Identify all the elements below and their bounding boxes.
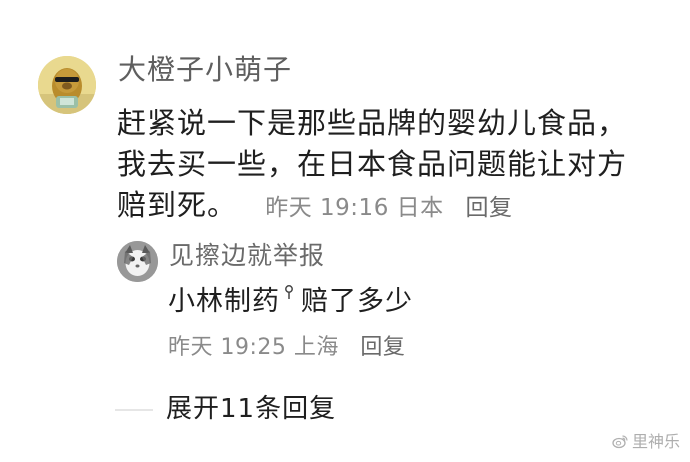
reply-meta: 昨天 19:25 上海 回复 [168, 333, 405, 363]
watermark: 里神乐 [612, 432, 680, 452]
weibo-logo-icon [612, 433, 628, 449]
comment-line-1: 赶紧说一下是那些品牌的婴幼儿食品， [117, 106, 628, 140]
comment-line-2: 我去买一些，在日本食品问题能让对方 [117, 147, 628, 181]
comment-meta: 昨天 19:16 日本 回复 [265, 188, 512, 229]
comment-body: 赶紧说一下是那些品牌的婴幼儿食品， 我去买一些，在日本食品问题能让对方 赔到死。… [117, 103, 662, 229]
comment-line-3: 赔到死。 昨天 19:16 日本 回复 [117, 185, 662, 229]
comment-author-name[interactable]: 大橙子小萌子 [118, 52, 292, 88]
reply-author-name[interactable]: 见擦边就举报 [169, 239, 325, 273]
badge-icon [283, 284, 295, 302]
comment-line-3-text: 赔到死。 [117, 188, 238, 222]
comment-time-location: 昨天 19:16 日本 [265, 195, 444, 221]
avatar-cat-icon [117, 241, 158, 282]
reply-message: 赔了多少 [301, 286, 413, 317]
reply-author-avatar[interactable] [117, 241, 158, 282]
reply-body: 小林制药 赔了多少 [168, 283, 413, 321]
comment-reply-button[interactable]: 回复 [465, 195, 512, 221]
expand-replies-button[interactable]: 展开11条回复 [166, 392, 336, 426]
watermark-text: 里神乐 [631, 432, 680, 451]
comment-author-avatar[interactable] [38, 56, 96, 114]
avatar-dog-icon [38, 56, 96, 114]
reply-time-location: 昨天 19:25 上海 [168, 335, 339, 360]
expand-divider [115, 409, 153, 411]
reply-mention[interactable]: 小林制药 [168, 286, 280, 317]
reply-reply-button[interactable]: 回复 [360, 335, 405, 360]
